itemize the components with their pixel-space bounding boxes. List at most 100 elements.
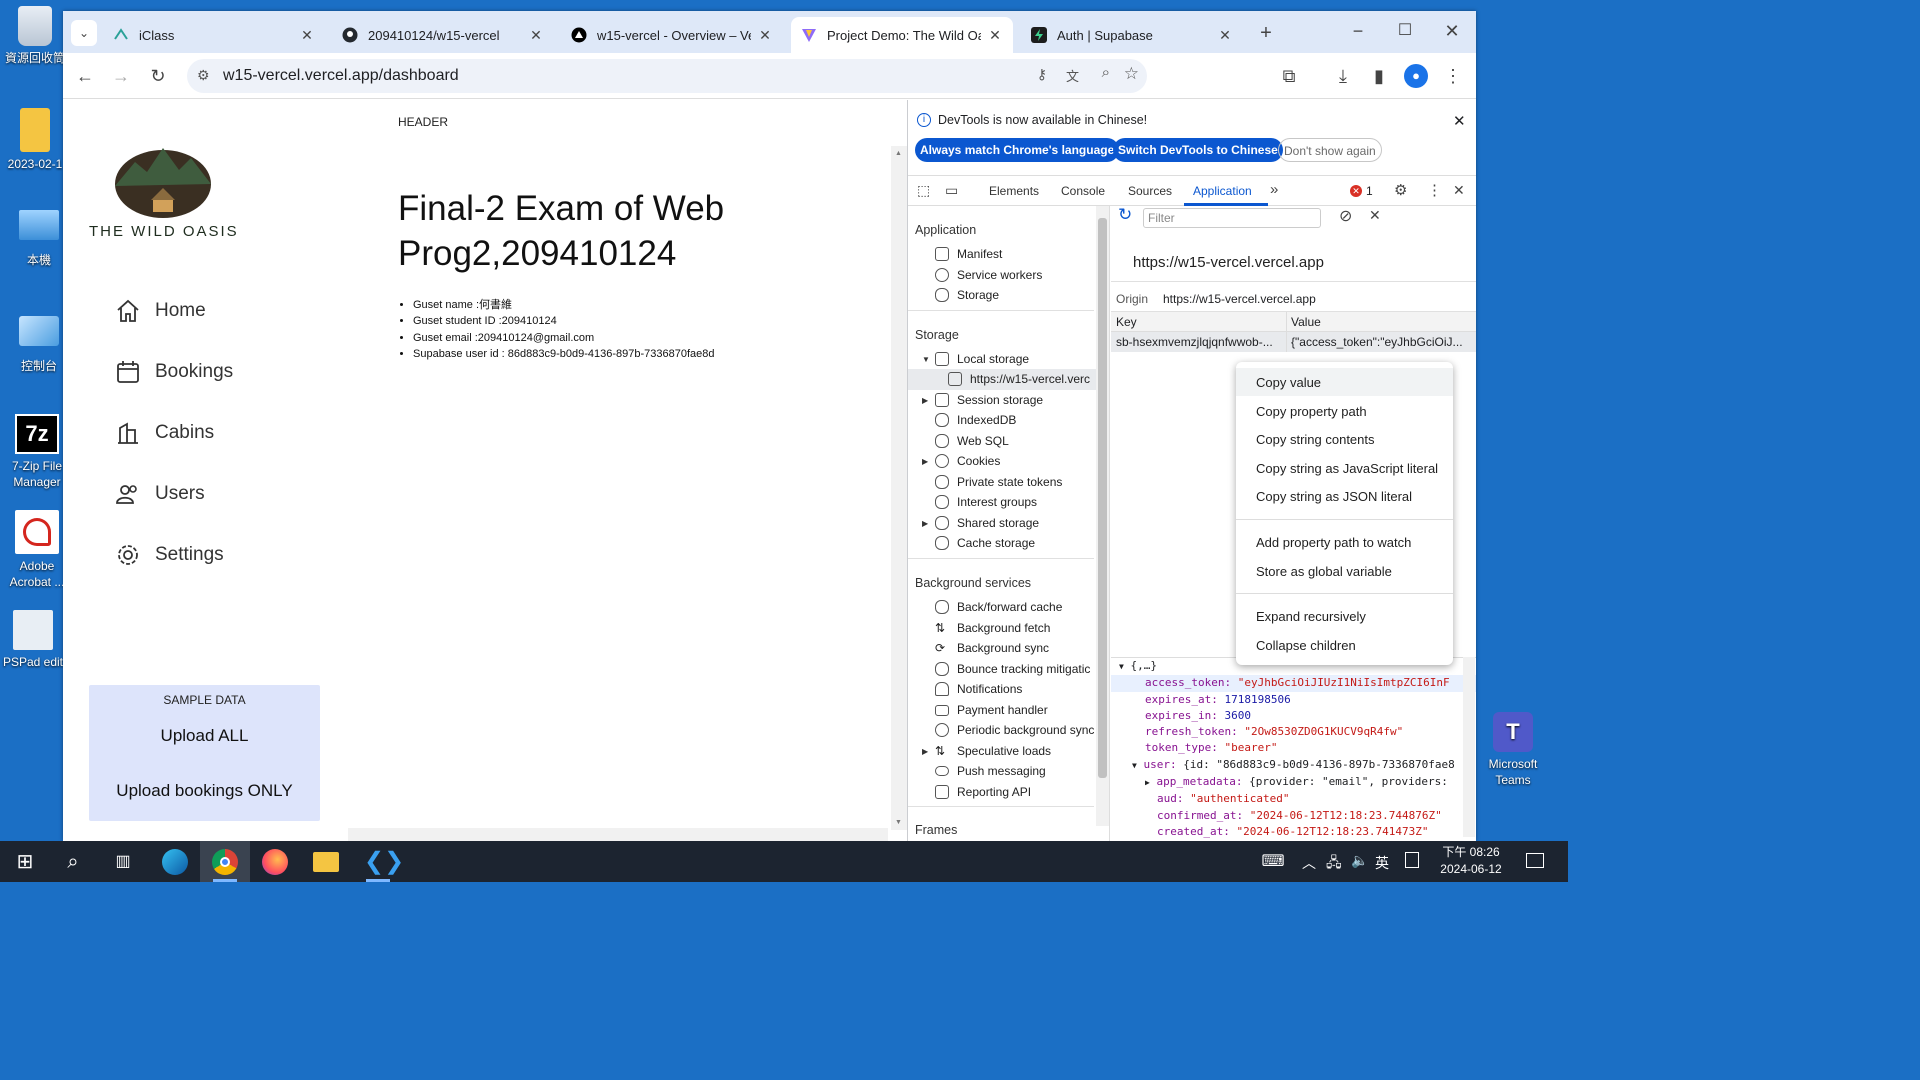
upload-bookings-button[interactable]: Upload bookings ONLY: [89, 781, 320, 801]
back-button[interactable]: ←: [73, 64, 97, 88]
menu-item-store-global[interactable]: Store as global variable: [1256, 564, 1392, 579]
menu-item-copy-value[interactable]: Copy value: [1256, 375, 1321, 390]
ime-indicator[interactable]: 英: [1375, 853, 1389, 873]
always-match-language-button[interactable]: Always match Chrome's language: [915, 138, 1120, 162]
kebab-menu-icon[interactable]: ⋮: [1427, 181, 1442, 199]
device-toolbar-icon[interactable]: ▭: [945, 182, 958, 199]
task-view-icon[interactable]: ▥: [110, 849, 136, 875]
tree-row[interactable]: expires_at: 1718198506: [1111, 692, 1476, 708]
bookmark-star-icon[interactable]: ☆: [1124, 64, 1139, 84]
page-vertical-scrollbar[interactable]: ▲ ▼: [891, 146, 907, 830]
tab-vercel[interactable]: w15-vercel - Overview – Ve ✕: [561, 17, 783, 53]
sidebar-item-local-storage-origin[interactable]: https://w15-vercel.verc: [948, 372, 1094, 386]
notification-icon[interactable]: [1526, 853, 1544, 868]
sidebar-item-indexeddb[interactable]: IndexedDB: [935, 413, 1016, 427]
site-info-icon[interactable]: ⚙: [197, 67, 210, 84]
sidebar-item-websql[interactable]: Web SQL: [935, 434, 1009, 448]
sidebar-item-storage-overview[interactable]: Storage: [935, 288, 999, 302]
desktop-icon-acrobat[interactable]: Adobe Acrobat ...: [6, 510, 68, 590]
nav-settings[interactable]: Settings: [115, 535, 224, 575]
tree-row[interactable]: aud: "authenticated": [1111, 791, 1476, 807]
tree-row[interactable]: created_at: "2024-06-12T12:18:23.741473Z…: [1111, 824, 1476, 840]
nav-cabins[interactable]: Cabins: [115, 413, 214, 453]
tree-row[interactable]: refresh_token: "2Ow8530ZD0G1KUCV9qR4fw": [1111, 724, 1476, 740]
table-row[interactable]: sb-hsexmvemzjlqjqnfwwob-... {"access_tok…: [1111, 332, 1476, 352]
desktop-icon-pspad[interactable]: PSPad edit: [2, 610, 64, 670]
close-tab-icon[interactable]: ✕: [528, 27, 544, 44]
desktop-icon-7zip[interactable]: 7z 7-Zip File Manager: [6, 414, 68, 490]
tab-supabase[interactable]: Auth | Supabase ✕: [1021, 17, 1243, 53]
menu-item-add-watch[interactable]: Add property path to watch: [1256, 535, 1411, 550]
delete-selected-icon[interactable]: ✕: [1369, 207, 1381, 224]
zoom-icon[interactable]: ⌕: [1102, 64, 1110, 81]
sidebar-item-local-storage[interactable]: ▼ Local storage: [922, 352, 1029, 366]
sidebar-item-notifications[interactable]: Notifications: [935, 682, 1022, 696]
sidebar-item-cache-storage[interactable]: Cache storage: [935, 536, 1035, 550]
close-tab-icon[interactable]: ✕: [757, 27, 773, 44]
chrome-icon[interactable]: [212, 849, 238, 875]
tab-github[interactable]: 209410124/w15-vercel ✕: [332, 17, 554, 53]
tab-application[interactable]: Application: [1193, 184, 1252, 198]
column-header-key[interactable]: Key: [1116, 315, 1137, 329]
more-tabs-icon[interactable]: »: [1270, 181, 1278, 198]
expand-triangle-icon[interactable]: ▶: [922, 457, 928, 466]
menu-icon[interactable]: ⋮: [1441, 64, 1465, 88]
clear-all-icon[interactable]: ⊘: [1339, 206, 1352, 226]
sidebar-scroll-thumb[interactable]: [1098, 218, 1107, 778]
close-devtools-icon[interactable]: ✕: [1453, 182, 1465, 199]
tree-row[interactable]: access_token: "eyJhbGciOiJIUzI1NiIsImtpZ…: [1111, 675, 1476, 692]
sidebar-item-payment-handler[interactable]: Payment handler: [935, 703, 1048, 717]
sidebar-item-service-workers[interactable]: Service workers: [935, 268, 1042, 282]
close-tab-icon[interactable]: ✕: [299, 27, 315, 44]
nav-home[interactable]: Home: [115, 291, 206, 331]
close-tab-icon[interactable]: ✕: [1217, 27, 1233, 44]
keyboard-icon[interactable]: ⌨: [1260, 849, 1286, 875]
tab-search-button[interactable]: ⌄: [71, 20, 97, 46]
menu-item-copy-string-contents[interactable]: Copy string contents: [1256, 432, 1375, 447]
sidebar-item-cookies[interactable]: ▶ Cookies: [922, 454, 1000, 468]
tree-row[interactable]: confirmed_at: "2024-06-12T12:18:23.74487…: [1111, 808, 1476, 824]
network-icon[interactable]: 🖧: [1326, 852, 1342, 876]
desktop-icon-recycle-bin[interactable]: 資源回收筒: [4, 6, 66, 66]
address-bar[interactable]: ⚙ w15-vercel.vercel.app/dashboard ⚷ 文 ⌕ …: [187, 59, 1147, 93]
close-infobar-icon[interactable]: ✕: [1453, 112, 1466, 130]
sidebar-item-bfcache[interactable]: Back/forward cache: [935, 600, 1062, 614]
menu-item-copy-js-literal[interactable]: Copy string as JavaScript literal: [1256, 461, 1438, 476]
maximize-button[interactable]: ☐: [1393, 19, 1417, 43]
profile-avatar[interactable]: ●: [1404, 64, 1428, 88]
tab-project-demo[interactable]: Project Demo: The Wild Oa ✕: [791, 17, 1013, 53]
tab-console[interactable]: Console: [1061, 184, 1105, 198]
sidebar-item-background-sync[interactable]: ⟳ Background sync: [935, 641, 1049, 655]
refresh-icon[interactable]: ↻: [1118, 205, 1132, 225]
tab-elements[interactable]: Elements: [989, 184, 1039, 198]
password-key-icon[interactable]: ⚷: [1037, 66, 1047, 83]
column-header-value[interactable]: Value: [1291, 315, 1321, 329]
tree-row[interactable]: ▼ user: {id: "86d883c9-b0d9-4136-897b-73…: [1111, 757, 1476, 774]
side-panel-icon[interactable]: ▮: [1367, 64, 1391, 88]
extensions-icon[interactable]: ⧉: [1277, 64, 1301, 88]
menu-item-copy-property-path[interactable]: Copy property path: [1256, 404, 1367, 419]
start-button[interactable]: ⊞: [12, 849, 38, 875]
sidebar-item-private-state-tokens[interactable]: Private state tokens: [935, 475, 1062, 489]
firefox-icon[interactable]: [262, 849, 288, 875]
reload-button[interactable]: ↻: [146, 64, 170, 88]
settings-gear-icon[interactable]: ⚙: [1394, 181, 1407, 199]
sidebar-item-reporting-api[interactable]: Reporting API: [935, 785, 1031, 799]
expand-triangle-icon[interactable]: ▶: [922, 519, 928, 528]
tray-chevron-icon[interactable]: ︿: [1302, 853, 1316, 873]
close-window-button[interactable]: ✕: [1440, 19, 1464, 43]
sidebar-item-push-messaging[interactable]: Push messaging: [935, 764, 1046, 778]
translate-icon[interactable]: 文: [1066, 66, 1079, 85]
tab-iclass[interactable]: iClass ✕: [103, 17, 325, 53]
preview-scrollbar[interactable]: [1463, 657, 1475, 837]
edge-icon[interactable]: [162, 849, 188, 875]
inspect-element-icon[interactable]: ⬚: [917, 182, 930, 199]
switch-to-chinese-button[interactable]: Switch DevTools to Chinese: [1113, 138, 1283, 162]
dont-show-again-button[interactable]: Don't show again: [1278, 138, 1382, 162]
desktop-icon-this-pc[interactable]: 本機: [8, 210, 70, 268]
error-icon[interactable]: ✕: [1350, 185, 1362, 197]
expand-triangle-icon[interactable]: ▶: [922, 396, 928, 405]
desktop-icon-folder[interactable]: 2023-02-1: [4, 108, 66, 172]
upload-all-button[interactable]: Upload ALL: [89, 726, 320, 746]
tab-sources[interactable]: Sources: [1128, 184, 1172, 198]
